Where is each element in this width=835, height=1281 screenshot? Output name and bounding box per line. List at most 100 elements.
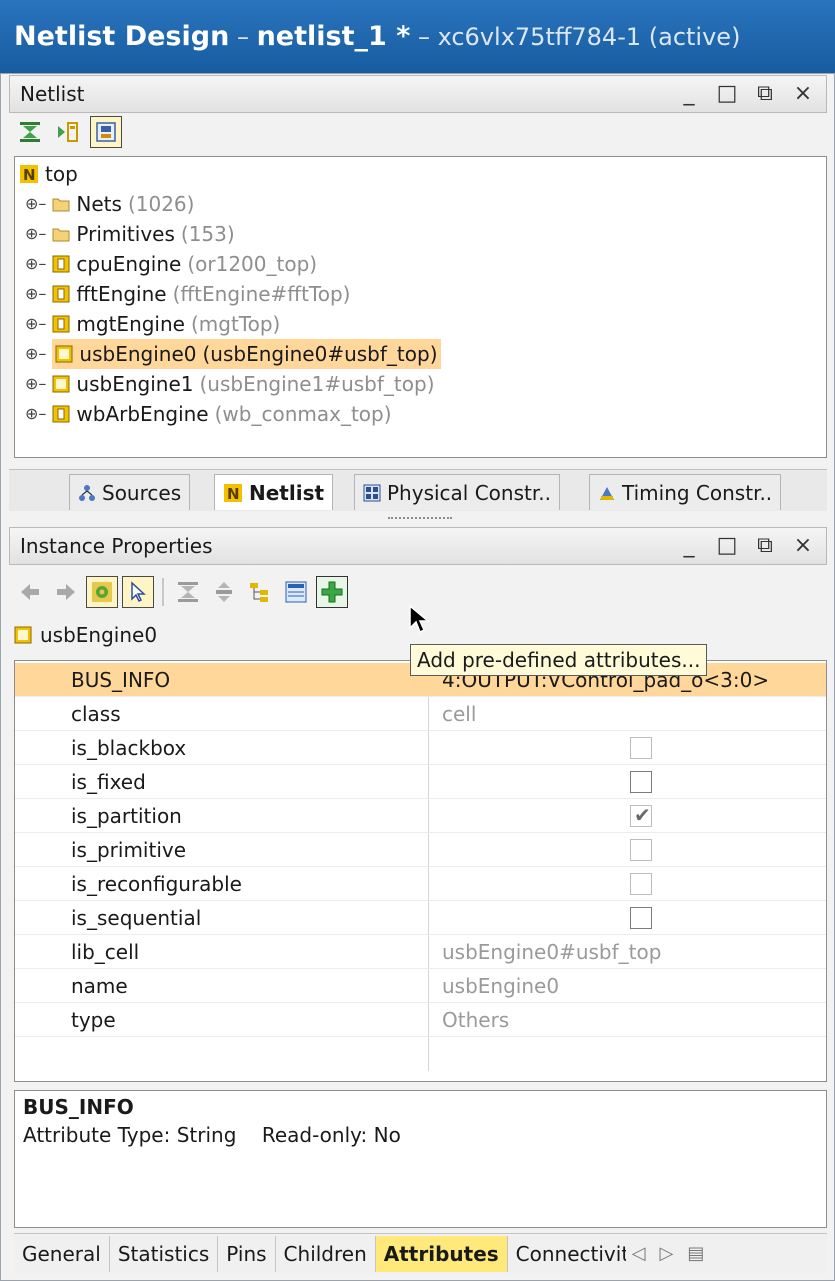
attribute-name: BUS_INFO [71,668,171,692]
collapse-all-button[interactable] [14,116,46,148]
tree-item-detail: (mgtTop) [190,312,281,336]
checkbox-is-fixed[interactable] [630,771,652,793]
expand-handle-icon[interactable]: ⊕– [25,369,46,399]
tab-statistics[interactable]: Statistics [110,1235,219,1272]
restore-button[interactable]: ⧉ [754,528,776,564]
expand-handle-icon[interactable]: ⊕– [25,189,46,219]
attribute-name: name [71,974,128,998]
collapse-all-button[interactable] [172,576,204,608]
tab-connectivity[interactable]: Connectivit [508,1236,626,1272]
minimize-button[interactable]: _ [678,76,700,112]
close-button[interactable]: × [792,528,814,564]
checkbox-is-partition[interactable]: ✔ [630,803,652,827]
checkbox-is-blackbox[interactable] [630,737,652,759]
hierarchy-view-button[interactable] [244,576,276,608]
instance-properties-title: Instance Properties [20,534,213,558]
tree-item-name: Nets [76,192,122,216]
tree-selection-highlight: usbEngine0 (usbEngine0#usbf_top) [52,339,441,369]
tree-item-nets[interactable]: ⊕– Nets (1026) [25,189,194,219]
attributes-table: BUS_INFO 4:OUTPUT:VControl_pad_o<3:0> cl… [14,660,827,1082]
table-row[interactable]: is_reconfigurable [15,867,826,901]
expand-button[interactable] [52,116,84,148]
table-row[interactable]: type Others [15,1003,826,1037]
tree-item-name: cpuEngine [76,252,182,276]
tab-pins[interactable]: Pins [218,1235,276,1272]
table-row[interactable]: is_primitive [15,833,826,867]
forward-button[interactable] [50,576,82,608]
scroll-left-icon[interactable]: ◁ [632,1243,646,1264]
expand-handle-icon[interactable]: ⊕– [25,399,46,429]
attribute-value: usbEngine0 [442,974,560,998]
table-row[interactable]: class cell [15,697,826,731]
tree-item-usbengine0[interactable]: ⊕– usbEngine0 (usbEngine0#usbf_top) [25,339,441,369]
tree-item-wbarbengine[interactable]: ⊕– wbArbEngine (wb_conmax_top) [25,399,392,429]
table-row[interactable]: is_fixed [15,765,826,799]
selected-instance: usbEngine0 [14,620,157,650]
selected-instance-name: usbEngine0 [40,623,158,647]
expand-all-icon [216,582,232,602]
attribute-name: is_reconfigurable [71,872,242,896]
properties-toolbar [14,572,348,612]
tree-item-usbengine1[interactable]: ⊕– usbEngine1 (usbEngine1#usbf_top) [25,369,435,399]
add-attribute-button[interactable] [316,576,348,608]
mouse-cursor-icon [409,604,430,634]
checkbox-is-sequential[interactable] [630,907,652,929]
tab-navigation: ◁ ▷ ▤ [632,1243,705,1264]
maximize-button[interactable]: □ [716,528,738,564]
svg-text:N: N [23,166,36,184]
expand-handle-icon[interactable]: ⊕– [25,309,46,339]
checkbox-is-primitive[interactable] [630,839,652,861]
table-row[interactable]: is_partition ✔ [15,799,826,833]
cell-instance-icon [52,285,70,303]
back-button[interactable] [14,576,46,608]
tree-item-fftengine[interactable]: ⊕– fftEngine (fftEngine#fftTop) [25,279,350,309]
expand-handle-icon[interactable]: ⊕– [25,219,46,249]
maximize-button[interactable]: □ [716,76,738,112]
tab-physical-constraints[interactable]: Physical Constr.. [354,474,560,510]
tab-attributes[interactable]: Attributes [375,1235,508,1272]
tree-root-top[interactable]: N top [19,159,78,189]
tab-children[interactable]: Children [276,1235,376,1272]
tree-item-detail: (wb_conmax_top) [214,402,392,426]
table-row[interactable]: name usbEngine0 [15,969,826,1003]
empty-cell-icon [14,626,32,644]
tree-item-cpuengine[interactable]: ⊕– cpuEngine (or1200_top) [25,249,317,279]
svg-text:N: N [227,485,240,503]
restore-button[interactable]: ⧉ [754,76,776,112]
minimize-button[interactable]: _ [678,528,700,564]
title-separator: – [229,23,257,51]
close-button[interactable]: × [792,76,814,112]
splitter-grip[interactable] [388,517,452,520]
checkbox-is-reconfigurable[interactable] [630,873,652,895]
expand-handle-icon[interactable]: ⊕– [25,339,46,369]
tab-sources[interactable]: Sources [69,474,191,510]
scroll-right-icon[interactable]: ▷ [660,1243,674,1264]
tab-timing-constraints[interactable]: Timing Constr.. [589,474,782,510]
tab-list-icon[interactable]: ▤ [687,1243,704,1264]
tree-item-name: wbArbEngine [76,402,209,426]
tree-item-mgtengine[interactable]: ⊕– mgtEngine (mgtTop) [25,309,280,339]
tree-item-name: mgtEngine [76,312,185,336]
expand-handle-icon[interactable]: ⊕– [25,249,46,279]
tree-item-name: usbEngine1 [76,372,194,396]
attribute-value: Others [442,1008,510,1032]
tab-netlist[interactable]: N Netlist [214,474,334,510]
tab-general[interactable]: General [14,1235,110,1272]
description-title: BUS_INFO [23,1095,134,1119]
table-row[interactable]: lib_cell usbEngine0#usbf_top [15,935,826,969]
table-row[interactable]: is_sequential [15,901,826,935]
expand-handle-icon[interactable]: ⊕– [25,279,46,309]
physical-constraints-icon [363,484,381,501]
tree-item-detail: (1026) [127,192,195,216]
attribute-name: is_primitive [71,838,187,862]
table-row[interactable]: is_blackbox [15,731,826,765]
select-mode-button[interactable] [122,576,154,608]
tree-item-primitives[interactable]: ⊕– Primitives (153) [25,219,235,249]
tree-item-name: usbEngine0 [79,342,197,366]
expand-icon [58,122,78,142]
expand-all-button[interactable] [208,576,240,608]
table-view-button[interactable] [280,576,312,608]
show-hierarchy-button[interactable] [90,116,122,148]
auto-update-button[interactable] [86,576,118,608]
collapse-all-icon [20,122,40,142]
